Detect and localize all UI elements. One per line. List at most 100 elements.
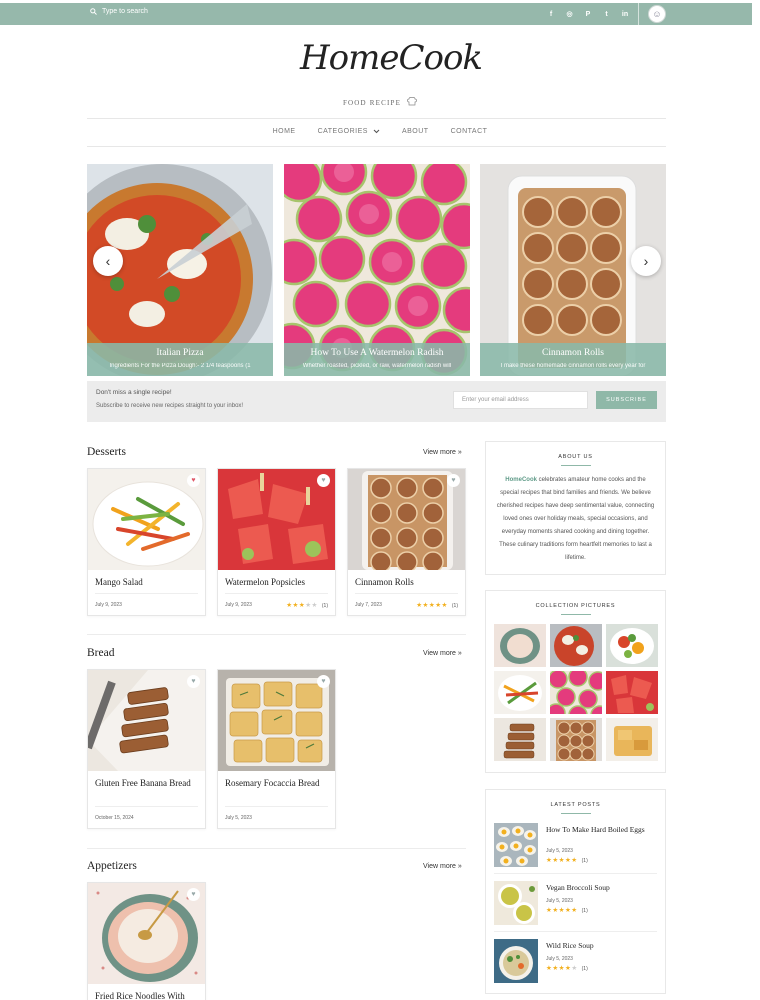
star-rating: ★★★★★ [286,601,318,609]
about-widget: ABOUT US HomeCook celebrates amateur hom… [485,441,666,575]
section-title-desserts: Desserts [87,446,126,458]
card-title[interactable]: Rosemary Focaccia Bread [218,771,335,790]
facebook-icon[interactable]: f [545,8,557,20]
email-field[interactable]: Enter your email address [453,391,588,409]
card-date: July 9, 2023 [225,601,252,608]
card-title[interactable]: Cinnamon Rolls [348,570,465,589]
card-title[interactable]: Fried Rice Noodles With [88,984,205,1000]
card-image: ♥ [218,670,335,771]
search-icon [90,8,97,15]
card-title[interactable]: Gluten Free Banana Bread [88,771,205,790]
slide-caption: How To Use A Watermelon Radish Whether r… [284,343,470,376]
double-chevron-icon: » [457,650,462,657]
recipe-card-cinnamon-rolls[interactable]: ♥ Cinnamon Rolls July 7, 2023 ★★★★★ (1) [347,468,466,616]
collection-thumb[interactable] [494,718,546,761]
card-date: July 9, 2023 [95,601,122,608]
slide-title[interactable]: Italian Pizza [87,348,273,358]
nav-about[interactable]: ABOUT [402,128,429,135]
tagline-text: FOOD RECIPE [342,99,402,107]
slide-watermelon-radish[interactable]: How To Use A Watermelon Radish Whether r… [284,164,470,376]
recipe-card-watermelon-popsicles[interactable]: ♥ Watermelon Popsicles July 9, 2023 ★★★★… [217,468,336,616]
top-bar: Type to search f ◎ P t in ☺ [0,3,752,25]
card-image: ♥ [88,469,205,570]
star-rating: ★★★★★ [546,907,578,914]
post-title[interactable]: How To Make Hard Boiled Eggs [546,824,656,835]
collection-thumb[interactable] [606,718,658,761]
double-chevron-icon: » [457,449,462,456]
collection-widget: COLLECTION PICTURES [485,590,666,773]
view-more-label: View more [423,863,456,870]
slider-prev-button[interactable]: ‹ [93,246,123,276]
avatar[interactable]: ☺ [648,5,666,23]
card-title[interactable]: Watermelon Popsicles [218,570,335,589]
view-more-label: View more [423,449,456,456]
collection-thumb[interactable] [494,624,546,667]
latest-post-item[interactable]: Vegan Broccoli Soup July 5, 2023 ★★★★★ (1… [494,881,657,930]
post-date: July 5, 2023 [546,898,573,904]
card-image: ♥ [218,469,335,570]
instagram-icon[interactable]: ◎ [564,8,576,20]
section-title-bread: Bread [87,647,115,659]
rating-count: (1) [581,858,588,864]
collection-thumb[interactable] [550,718,602,761]
collection-thumb[interactable] [606,624,658,667]
recipe-card-mango-salad[interactable]: ♥ Mango Salad July 9, 2023 [87,468,206,616]
post-title[interactable]: Vegan Broccoli Soup [546,882,656,893]
card-meta: July 7, 2023 ★★★★★ (1) [355,593,458,615]
about-text: HomeCook celebrates amateur home cooks a… [486,466,665,565]
card-image: ♥ [88,670,205,771]
card-title[interactable]: Mango Salad [88,570,205,589]
rating-count: (1) [451,602,458,609]
search-box[interactable]: Type to search [90,8,148,15]
latest-post-item[interactable]: How To Make Hard Boiled Eggs July 5, 202… [494,823,657,872]
subscribe-button[interactable]: SUBSCRIBE [596,391,657,409]
card-date: October 15, 2024 [95,814,134,821]
site-tagline: FOOD RECIPE [0,96,760,107]
slide-title[interactable]: Cinnamon Rolls [480,348,666,358]
view-more-desserts[interactable]: View more » [423,449,462,456]
slide-desc: Whether roasted, pickled, or raw, waterm… [302,363,452,369]
recipe-card-rosemary-focaccia[interactable]: ♥ Rosemary Focaccia Bread July 5, 2023 [217,669,336,829]
linkedin-icon[interactable]: in [619,8,631,20]
heart-icon[interactable]: ♥ [317,474,330,487]
post-thumbnail [494,881,538,925]
post-divider [494,873,657,874]
post-date: July 5, 2023 [546,956,573,962]
site-logo[interactable]: HomeCook [300,36,483,98]
collection-thumb[interactable] [550,624,602,667]
heart-icon[interactable]: ♥ [187,474,200,487]
pinterest-icon[interactable]: P [582,8,594,20]
section-divider [87,848,466,849]
recipe-card-fried-rice-noodles[interactable]: ♥ Fried Rice Noodles With [87,882,206,1000]
logo-text: HomeCook [300,38,483,78]
twitter-icon[interactable]: t [601,8,613,20]
collection-thumb[interactable] [494,671,546,714]
nav-categories[interactable]: CATEGORIES [318,128,380,135]
collection-thumb[interactable] [606,671,658,714]
card-image: ♥ [348,469,465,570]
heart-icon[interactable]: ♥ [447,474,460,487]
latest-post-item[interactable]: Wild Rice Soup July 5, 2023 ★★★★★ (1) [494,939,657,988]
newsletter-bar: Don't miss a single recipe! Subscribe to… [87,381,666,422]
star-rating: ★★★★★ [546,857,578,864]
collection-thumb[interactable] [550,671,602,714]
slider-next-button[interactable]: › [631,246,661,276]
post-title[interactable]: Wild Rice Soup [546,940,656,951]
card-meta: July 5, 2023 [225,806,328,828]
nav-home[interactable]: HOME [273,128,296,135]
latest-posts-widget: LATEST POSTS How To Make Hard Boiled Egg… [485,789,666,994]
newsletter-title: Don't miss a single recipe! [96,389,172,396]
recipe-card-banana-bread[interactable]: ♥ Gluten Free Banana Bread October 15, 2… [87,669,206,829]
brand-link[interactable]: HomeCook [505,477,537,483]
heart-icon[interactable]: ♥ [317,675,330,688]
collection-grid [494,624,658,761]
slide-title[interactable]: How To Use A Watermelon Radish [284,348,470,358]
view-more-appetizers[interactable]: View more » [423,863,462,870]
post-thumbnail [494,939,538,983]
widget-title: COLLECTION PICTURES [535,603,616,609]
view-more-bread[interactable]: View more » [423,650,462,657]
heart-icon[interactable]: ♥ [187,888,200,901]
card-rating: ★★★★★ (1) [416,601,458,609]
heart-icon[interactable]: ♥ [187,675,200,688]
nav-contact[interactable]: CONTACT [451,128,488,135]
